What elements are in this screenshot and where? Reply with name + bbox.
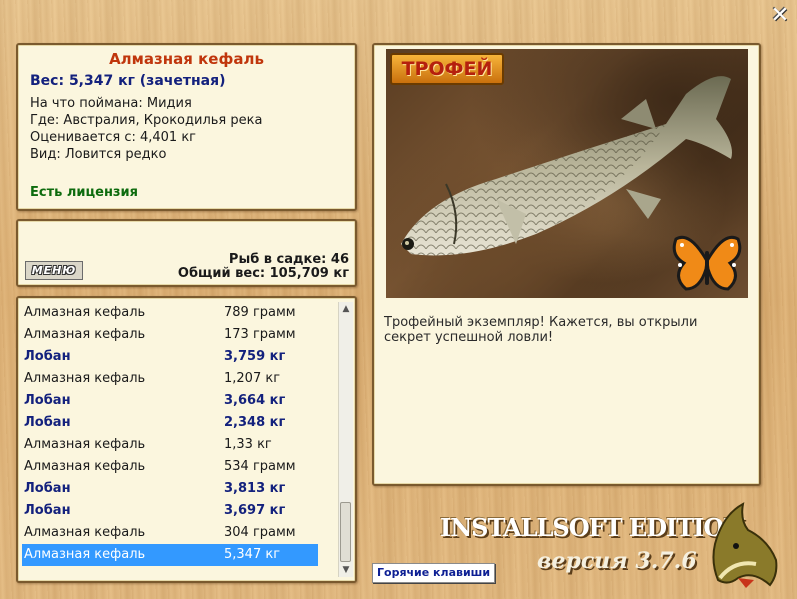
catch-fish-weight: 1,33 кг [224, 437, 272, 452]
menu-button[interactable]: МЕНЮ [25, 261, 83, 280]
location-line: Где: Австралия, Крокодилья река [30, 113, 263, 128]
butterfly-icon [672, 235, 742, 291]
catch-fish-name: Алмазная кефаль [24, 371, 146, 386]
catch-fish-name: Лобан [24, 503, 71, 518]
catch-fish-weight: 2,348 кг [224, 415, 286, 430]
catch-fish-name: Алмазная кефаль [24, 459, 146, 474]
bait-line: На что поймана: Мидия [30, 96, 192, 111]
fish-photo: ТРОФЕЙ [386, 49, 748, 298]
catch-fish-name: Лобан [24, 393, 71, 408]
scroll-down-icon[interactable]: ▼ [339, 563, 353, 577]
table-row[interactable]: Лобан 3,813 кг [22, 478, 318, 500]
catch-fish-weight: 534 грамм [224, 459, 296, 474]
catch-fish-weight: 3,664 кг [224, 393, 286, 408]
close-icon: ✕ [770, 3, 790, 28]
catch-list[interactable]: Алмазная кефаль 789 грамм Алмазная кефаль 1… [16, 296, 357, 583]
catch-fish-name: Лобан [24, 415, 71, 430]
table-row[interactable]: Лобан 3,759 кг [22, 346, 318, 368]
catch-fish-weight: 3,813 кг [224, 481, 286, 496]
fish-info-panel: Алмазная кефаль Вес: 5,347 кг (зачетная)… [16, 43, 357, 211]
catch-fish-name: Алмазная кефаль [24, 437, 146, 452]
catch-fish-weight: 3,697 кг [224, 503, 286, 518]
rarity-line: Вид: Ловится редко [30, 147, 167, 162]
table-row[interactable]: Лобан 2,348 кг [22, 412, 318, 434]
total-weight: Общий вес: 105,709 кг [177, 266, 349, 281]
catch-fish-name: Алмазная кефаль [24, 327, 146, 342]
scroll-up-icon[interactable]: ▲ [339, 302, 353, 316]
table-row[interactable]: Лобан 3,697 кг [22, 500, 318, 522]
catch-fish-weight: 304 грамм [224, 525, 296, 540]
catch-fish-weight: 1,207 кг [224, 371, 281, 386]
catch-fish-name: Алмазная кефаль [24, 547, 146, 562]
table-row[interactable]: Алмазная кефаль 1,207 кг [22, 368, 318, 390]
fish-count: Рыб в садке: 46 [228, 252, 349, 267]
table-row[interactable]: Алмазная кефаль 1,33 кг [22, 434, 318, 456]
table-row[interactable]: Алмазная кефаль 789 грамм [22, 302, 318, 324]
keepnet-stats-panel: МЕНЮ Рыб в садке: 46 Общий вес: 105,709 … [16, 219, 357, 287]
catch-fish-weight: 173 грамм [224, 327, 296, 342]
trophy-description: Трофейный экземпляр! Кажется, вы открыли… [384, 315, 698, 345]
table-row[interactable]: Лобан 3,664 кг [22, 390, 318, 412]
catch-fish-weight: 5,347 кг [224, 547, 281, 562]
license-status: Есть лицензия [30, 185, 138, 200]
table-row[interactable]: Алмазная кефаль 5,347 кг [22, 544, 318, 566]
table-row[interactable]: Алмазная кефаль 173 грамм [22, 324, 318, 346]
table-row[interactable]: Алмазная кефаль 304 грамм [22, 522, 318, 544]
fish-weight: Вес: 5,347 кг (зачетная) [30, 73, 226, 89]
list-scrollbar[interactable]: ▲ ▼ [338, 302, 353, 577]
pike-logo [712, 502, 778, 588]
threshold-line: Оценивается с: 4,401 кг [30, 130, 197, 145]
catch-fish-weight: 789 грамм [224, 305, 296, 320]
hotkeys-button[interactable]: Горячие клавиши [372, 563, 496, 583]
catch-fish-weight: 3,759 кг [224, 349, 286, 364]
trophy-panel: ТРОФЕЙ Трофейный экземпляр! Кажется, вы … [372, 43, 761, 486]
table-row[interactable]: Алмазная кефаль 534 грамм [22, 456, 318, 478]
catch-fish-name: Лобан [24, 481, 71, 496]
catch-fish-name: Алмазная кефаль [24, 305, 146, 320]
fish-name: Алмазная кефаль [109, 50, 264, 68]
trophy-badge: ТРОФЕЙ [390, 53, 504, 85]
close-button[interactable]: ✕ [770, 5, 790, 27]
version-label: версия 3.7.6 [537, 548, 697, 574]
catch-fish-name: Алмазная кефаль [24, 525, 146, 540]
scrollbar-thumb[interactable] [340, 502, 351, 562]
catch-fish-name: Лобан [24, 349, 71, 364]
